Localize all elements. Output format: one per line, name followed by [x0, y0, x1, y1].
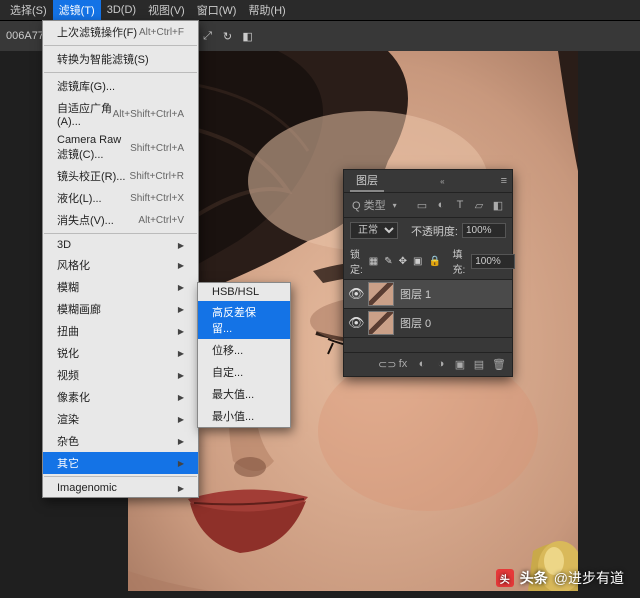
menu-liquify[interactable]: 液化(L)...Shift+Ctrl+X: [43, 187, 198, 209]
chevron-down-icon[interactable]: ▾: [393, 201, 397, 210]
menu-window[interactable]: 窗口(W): [191, 0, 243, 20]
kind-filter[interactable]: Q 类型: [352, 197, 386, 213]
opacity-label: 不透明度:: [411, 223, 458, 239]
layers-panel[interactable]: 图层 « ≡ Q 类型▾ ▭ ◐ T ▱ ◧ 正常 不透明度: 锁定: ▦ ✎ …: [343, 169, 513, 377]
filter-shape-icon[interactable]: ▱: [473, 199, 485, 212]
watermark-author: @进步有道: [554, 568, 624, 588]
visibility-icon[interactable]: 👁: [348, 286, 362, 302]
menu-video[interactable]: 视频: [43, 364, 198, 386]
layer-row[interactable]: 👁 图层 0: [344, 309, 512, 338]
menu-convert-smart[interactable]: 转换为智能滤镜(S): [43, 48, 198, 70]
layer-name[interactable]: 图层 0: [400, 315, 431, 331]
opacity-input[interactable]: [462, 223, 506, 238]
trash-icon[interactable]: 🗑: [492, 358, 504, 371]
watermark: 头 头条 @进步有道: [496, 568, 624, 588]
submenu-custom[interactable]: 自定...: [198, 361, 290, 383]
menu-pixelate[interactable]: 像素化: [43, 386, 198, 408]
layer-thumbnail[interactable]: [368, 311, 394, 335]
menu-noise[interactable]: 杂色: [43, 430, 198, 452]
menu-render[interactable]: 渲染: [43, 408, 198, 430]
submenu-offset[interactable]: 位移...: [198, 339, 290, 361]
scale-icon[interactable]: ◧: [242, 30, 254, 43]
adjustment-icon[interactable]: ◑: [435, 358, 447, 371]
new-layer-icon[interactable]: ▤: [473, 358, 485, 371]
link-icon[interactable]: ⊂⊃: [378, 358, 390, 371]
collapse-icon[interactable]: «: [440, 177, 444, 186]
menu-last-filter[interactable]: 上次滤镜操作(F)Alt+Ctrl+F: [43, 21, 198, 43]
visibility-icon[interactable]: 👁: [348, 315, 362, 331]
blend-mode-select[interactable]: 正常: [350, 222, 398, 239]
menu-adaptive-wide[interactable]: 自适应广角(A)...Alt+Shift+Ctrl+A: [43, 97, 198, 131]
fill-input[interactable]: [471, 254, 515, 269]
mask-icon[interactable]: ◐: [416, 358, 428, 371]
menu-blur-gallery[interactable]: 模糊画廊: [43, 298, 198, 320]
filter-adjust-icon[interactable]: ◐: [435, 199, 447, 211]
layers-tab[interactable]: 图层: [350, 170, 384, 192]
panel-menu-icon[interactable]: ≡: [501, 175, 506, 187]
group-icon[interactable]: ▣: [454, 358, 466, 371]
lock-brush-icon[interactable]: ✎: [384, 256, 392, 267]
other-submenu: HSB/HSL 高反差保留... 位移... 自定... 最大值... 最小值.…: [197, 282, 291, 428]
menu-camera-raw[interactable]: Camera Raw 滤镜(C)...Shift+Ctrl+A: [43, 131, 198, 165]
menu-sharpen[interactable]: 锐化: [43, 342, 198, 364]
lock-position-icon[interactable]: ✥: [399, 256, 407, 267]
submenu-maximum[interactable]: 最大值...: [198, 383, 290, 405]
watermark-logo-icon: 头: [496, 569, 514, 587]
menu-3d[interactable]: 3D(D): [101, 2, 142, 18]
menu-other[interactable]: 其它: [43, 452, 198, 474]
menu-imagenomic[interactable]: Imagenomic: [43, 479, 198, 497]
fx-icon[interactable]: fx: [397, 358, 409, 371]
menu-filter[interactable]: 滤镜(T): [53, 0, 101, 20]
filter-smart-icon[interactable]: ◧: [492, 199, 504, 212]
submenu-high-pass[interactable]: 高反差保留...: [198, 301, 290, 339]
menu-stylize[interactable]: 风格化: [43, 254, 198, 276]
submenu-hsb-hsl[interactable]: HSB/HSL: [198, 283, 290, 301]
menu-help[interactable]: 帮助(H): [242, 0, 291, 20]
lock-artboard-icon[interactable]: ▣: [413, 256, 422, 267]
menu-filter-gallery[interactable]: 滤镜库(G)...: [43, 75, 198, 97]
filter-image-icon[interactable]: ▭: [416, 199, 428, 212]
zoom-icon[interactable]: ⤢: [202, 30, 214, 43]
menu-lens-correction[interactable]: 镜头校正(R)...Shift+Ctrl+R: [43, 165, 198, 187]
layer-name[interactable]: 图层 1: [400, 286, 431, 302]
filter-menu: 上次滤镜操作(F)Alt+Ctrl+F 转换为智能滤镜(S) 滤镜库(G)...…: [42, 20, 199, 498]
rotate-icon[interactable]: ↻: [222, 30, 234, 43]
watermark-brand: 头条: [520, 568, 548, 588]
fill-label: 填充:: [452, 246, 465, 276]
menu-3d-sub[interactable]: 3D: [43, 236, 198, 254]
layer-thumbnail[interactable]: [368, 282, 394, 306]
lock-all-icon[interactable]: 🔒: [428, 256, 440, 267]
menubar: 选择(S) 滤镜(T) 3D(D) 视图(V) 窗口(W) 帮助(H): [0, 0, 640, 21]
lock-label: 锁定:: [350, 246, 363, 276]
menu-distort[interactable]: 扭曲: [43, 320, 198, 342]
menu-view[interactable]: 视图(V): [142, 0, 191, 20]
layer-row[interactable]: 👁 图层 1: [344, 280, 512, 309]
menu-vanishing-point[interactable]: 消失点(V)...Alt+Ctrl+V: [43, 209, 198, 231]
menu-select[interactable]: 选择(S): [4, 0, 53, 20]
lock-pixels-icon[interactable]: ▦: [369, 256, 378, 267]
filter-type-icon[interactable]: T: [454, 199, 466, 211]
menu-blur[interactable]: 模糊: [43, 276, 198, 298]
submenu-minimum[interactable]: 最小值...: [198, 405, 290, 427]
